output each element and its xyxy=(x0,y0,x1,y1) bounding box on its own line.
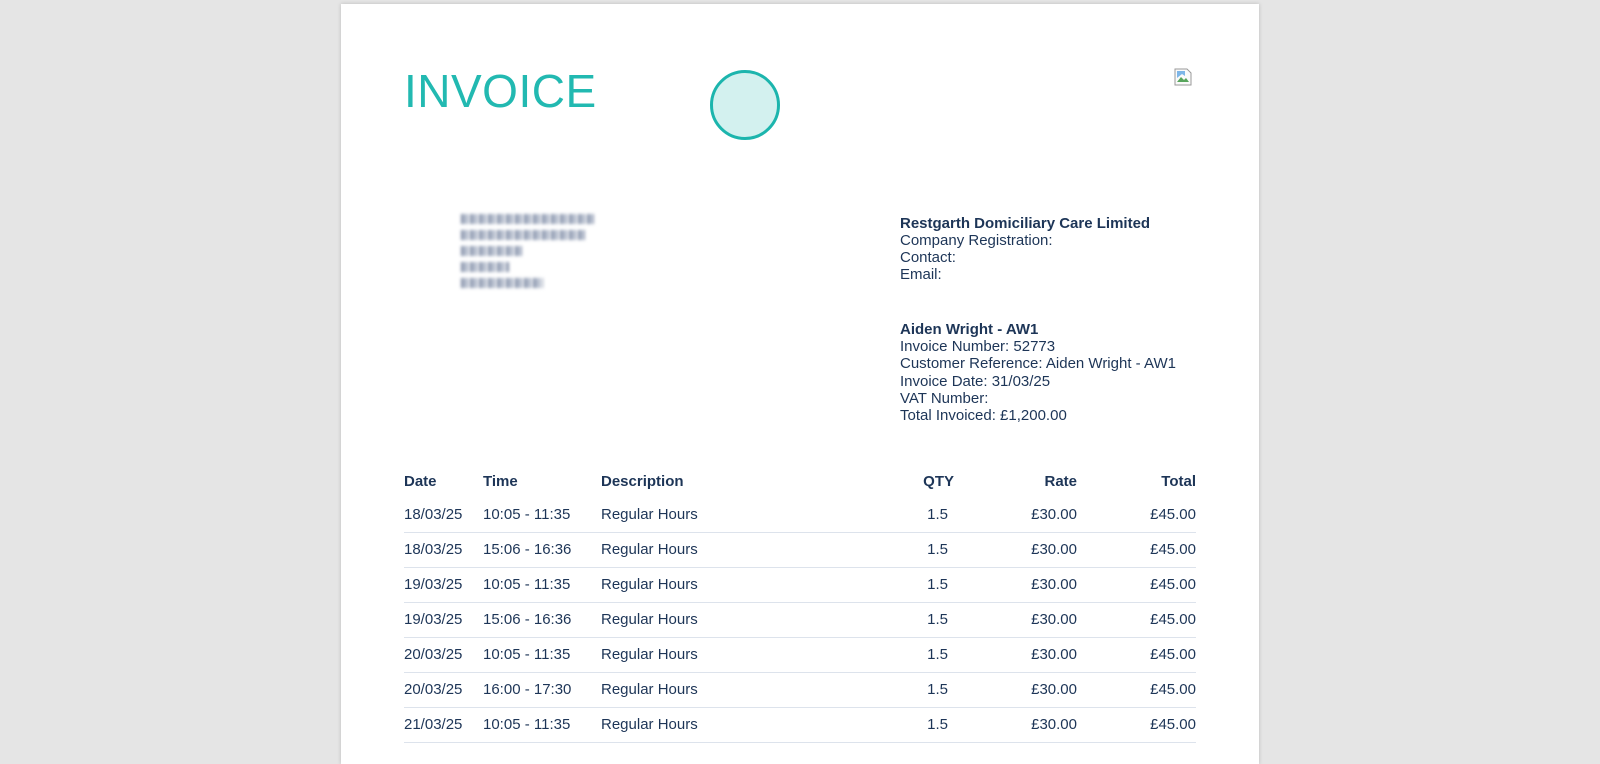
row-total: £45.00 xyxy=(1150,611,1196,628)
broken-image-icon xyxy=(1174,68,1192,86)
header-time: Time xyxy=(483,473,518,490)
row-total: £45.00 xyxy=(1150,716,1196,733)
row-time: 15:06 - 16:36 xyxy=(483,541,572,558)
row-total: £45.00 xyxy=(1150,506,1196,523)
invoice-page: INVOICE Restgarth Domiciliary Care Limit… xyxy=(341,4,1259,764)
row-description: Regular Hours xyxy=(601,541,698,558)
invoice-date: Invoice Date: 31/03/25 xyxy=(900,372,1051,390)
header-description: Description xyxy=(601,473,684,490)
row-rate: £30.00 xyxy=(1031,611,1077,628)
row-date: 21/03/25 xyxy=(404,716,463,733)
header-date: Date xyxy=(404,473,437,490)
invoice-line-items-table: Date Time Description QTY Rate Total 18/… xyxy=(404,466,1196,743)
row-time: 10:05 - 11:35 xyxy=(483,576,571,593)
row-time: 10:05 - 11:35 xyxy=(483,716,571,733)
row-time: 15:06 - 16:36 xyxy=(483,611,572,628)
table-row: 18/03/25 10:05 - 11:35 Regular Hours 1.5… xyxy=(404,498,1196,533)
customer-name: Aiden Wright - AW1 xyxy=(900,321,1039,338)
table-row: 21/03/25 10:05 - 11:35 Regular Hours 1.5… xyxy=(404,708,1196,743)
table-row: 19/03/25 10:05 - 11:35 Regular Hours 1.5… xyxy=(404,568,1196,603)
row-time: 10:05 - 11:35 xyxy=(483,506,571,523)
row-date: 18/03/25 xyxy=(404,541,463,558)
row-date: 19/03/25 xyxy=(404,611,463,628)
row-date: 20/03/25 xyxy=(404,681,463,698)
table-row: 20/03/25 10:05 - 11:35 Regular Hours 1.5… xyxy=(404,638,1196,673)
row-total: £45.00 xyxy=(1150,681,1196,698)
row-qty: 1.5 xyxy=(927,646,948,663)
vat-number: VAT Number: xyxy=(900,389,989,407)
row-description: Regular Hours xyxy=(601,681,698,698)
cursor-indicator xyxy=(710,70,780,140)
invoice-title: INVOICE xyxy=(404,65,597,117)
row-description: Regular Hours xyxy=(601,611,698,628)
company-email: Email: xyxy=(900,266,942,283)
table-row: 18/03/25 15:06 - 16:36 Regular Hours 1.5… xyxy=(404,533,1196,568)
row-time: 10:05 - 11:35 xyxy=(483,646,571,663)
row-qty: 1.5 xyxy=(927,716,948,733)
row-date: 20/03/25 xyxy=(404,646,463,663)
row-qty: 1.5 xyxy=(927,681,948,698)
row-total: £45.00 xyxy=(1150,646,1196,663)
row-description: Regular Hours xyxy=(601,646,698,663)
customer-reference: Customer Reference: Aiden Wright - AW1 xyxy=(900,355,1176,373)
row-description: Regular Hours xyxy=(601,576,698,593)
customer-details: Aiden Wright - AW1 Invoice Number: 52773… xyxy=(900,321,1176,424)
row-total: £45.00 xyxy=(1150,541,1196,558)
row-time: 16:00 - 17:30 xyxy=(483,681,572,698)
row-qty: 1.5 xyxy=(927,611,948,628)
row-qty: 1.5 xyxy=(927,541,948,558)
row-rate: £30.00 xyxy=(1031,716,1077,733)
total-invoiced: Total Invoiced: £1,200.00 xyxy=(900,407,1067,425)
company-registration: Company Registration: xyxy=(900,232,1053,249)
row-rate: £30.00 xyxy=(1031,506,1077,523)
header-qty: QTY xyxy=(923,473,954,490)
row-date: 18/03/25 xyxy=(404,506,463,523)
row-qty: 1.5 xyxy=(927,506,948,523)
row-qty: 1.5 xyxy=(927,576,948,593)
table-row: 19/03/25 15:06 - 16:36 Regular Hours 1.5… xyxy=(404,603,1196,638)
row-date: 19/03/25 xyxy=(404,576,463,593)
row-total: £45.00 xyxy=(1150,576,1196,593)
company-name: Restgarth Domiciliary Care Limited xyxy=(900,215,1151,232)
table-row: 20/03/25 16:00 - 17:30 Regular Hours 1.5… xyxy=(404,673,1196,708)
row-rate: £30.00 xyxy=(1031,541,1077,558)
redacted-address xyxy=(461,214,611,304)
invoice-number: Invoice Number: 52773 xyxy=(900,338,1056,356)
company-details: Restgarth Domiciliary Care Limited Compa… xyxy=(900,215,1150,283)
row-rate: £30.00 xyxy=(1031,576,1077,593)
table-header: Date Time Description QTY Rate Total xyxy=(404,466,1196,498)
row-description: Regular Hours xyxy=(601,716,698,733)
company-contact: Contact: xyxy=(900,249,956,266)
row-rate: £30.00 xyxy=(1031,681,1077,698)
row-description: Regular Hours xyxy=(601,506,698,523)
header-total: Total xyxy=(1161,473,1196,490)
row-rate: £30.00 xyxy=(1031,646,1077,663)
header-rate: Rate xyxy=(1044,473,1077,490)
